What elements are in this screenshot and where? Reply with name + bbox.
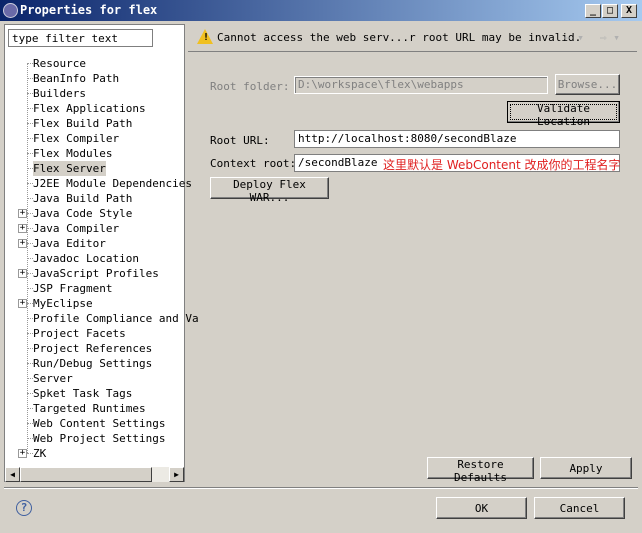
expand-icon[interactable]: + <box>18 239 27 248</box>
tree-item-label: Server <box>33 372 73 385</box>
horizontal-scrollbar[interactable]: ◀ ▶ <box>5 467 184 482</box>
expand-icon[interactable]: + <box>18 209 27 218</box>
tree-item-label: ZK <box>33 447 47 460</box>
tree-item-label: Resource <box>33 57 86 70</box>
tree-item-label: J2EE Module Dependencies <box>33 177 192 190</box>
deploy-flex-war-button[interactable]: Deploy Flex WAR... <box>210 177 329 204</box>
scroll-thumb[interactable] <box>20 467 152 482</box>
window-title: Properties for flex <box>20 3 158 17</box>
annotation-text: 这里默认是 WebContent 改成你的工程名字 <box>383 158 621 172</box>
expand-icon[interactable]: + <box>18 224 27 233</box>
expand-icon[interactable]: + <box>18 449 27 458</box>
tree-item-label: Run/Debug Settings <box>33 357 153 370</box>
tree-item-label: Java Build Path <box>33 192 133 205</box>
root-url-field[interactable]: http://localhost:8080/secondBlaze <box>294 130 620 148</box>
tree-item-label: MyEclipse <box>33 297 93 310</box>
tree-item-label: Flex Build Path <box>33 117 133 130</box>
help-icon[interactable]: ? <box>16 500 32 516</box>
title-bar: Properties for flex <box>0 0 642 21</box>
scroll-left-button[interactable]: ◀ <box>5 467 20 482</box>
warning-icon-mark: ! <box>203 32 210 43</box>
context-root-label: Context root: <box>210 157 297 170</box>
restore-defaults-button[interactable]: Restore Defaults <box>427 457 534 484</box>
tree-item-label: Web Content Settings <box>33 417 166 430</box>
page-header: ! Cannot access the web serv...r root UR… <box>188 24 637 52</box>
expand-icon[interactable]: + <box>18 299 27 308</box>
tree-item-label: Web Project Settings <box>33 432 166 445</box>
expand-icon[interactable]: + <box>18 269 27 278</box>
apply-button[interactable]: Apply <box>540 457 632 479</box>
cancel-button[interactable]: Cancel <box>534 497 625 519</box>
header-message: Cannot access the web serv...r root URL … <box>217 31 582 44</box>
ok-button[interactable]: OK <box>436 497 527 519</box>
tree-item-label: Javadoc Location <box>33 252 139 265</box>
tree-item-label: Project References <box>33 342 153 355</box>
tree-item-label: Spket Task Tags <box>33 387 133 400</box>
scroll-right-button[interactable]: ▶ <box>169 467 184 482</box>
tree-item-label: Project Facets <box>33 327 126 340</box>
minimize-button[interactable]: _ <box>585 4 601 18</box>
forward-button[interactable]: ⇨ ▾ <box>600 31 620 44</box>
tree-item-label: Java Code Style <box>33 207 133 220</box>
close-button[interactable]: X <box>621 4 637 18</box>
tree-item-label: Builders <box>33 87 86 100</box>
tree-item-label: BeanInfo Path <box>33 72 120 85</box>
validate-location-button[interactable]: Validate Location <box>507 101 620 128</box>
tree-item-label: Targeted Runtimes <box>33 402 146 415</box>
divider <box>4 487 638 489</box>
tree-item-label: JavaScript Profiles <box>33 267 159 280</box>
app-icon <box>3 3 18 18</box>
tree-panel: Resource BeanInfo Path Builders Flex Applic… <box>4 24 199 482</box>
tree-item-label: Java Compiler <box>33 222 120 235</box>
maximize-button[interactable]: □ <box>602 4 618 18</box>
root-url-label: Root URL: <box>210 134 270 147</box>
filter-input[interactable] <box>8 29 153 47</box>
tree-item-label: JSP Fragment <box>33 282 113 295</box>
tree-item-label: Flex Compiler <box>33 132 120 145</box>
browse-button[interactable]: Browse... <box>555 74 620 95</box>
root-folder-label: Root folder: <box>210 80 290 93</box>
tree-item-label: Java Editor <box>33 237 106 250</box>
tree-item-label: Profile Compliance and Va <box>33 312 199 325</box>
tree-item-label: Flex Modules <box>33 147 113 160</box>
tree-item-label: Flex Server <box>33 161 106 176</box>
root-folder-field[interactable]: D:\workspace\flex\webapps <box>294 76 548 94</box>
tree-item-label: Flex Applications <box>33 102 146 115</box>
back-button[interactable]: ⇦ ▾ <box>564 31 584 44</box>
